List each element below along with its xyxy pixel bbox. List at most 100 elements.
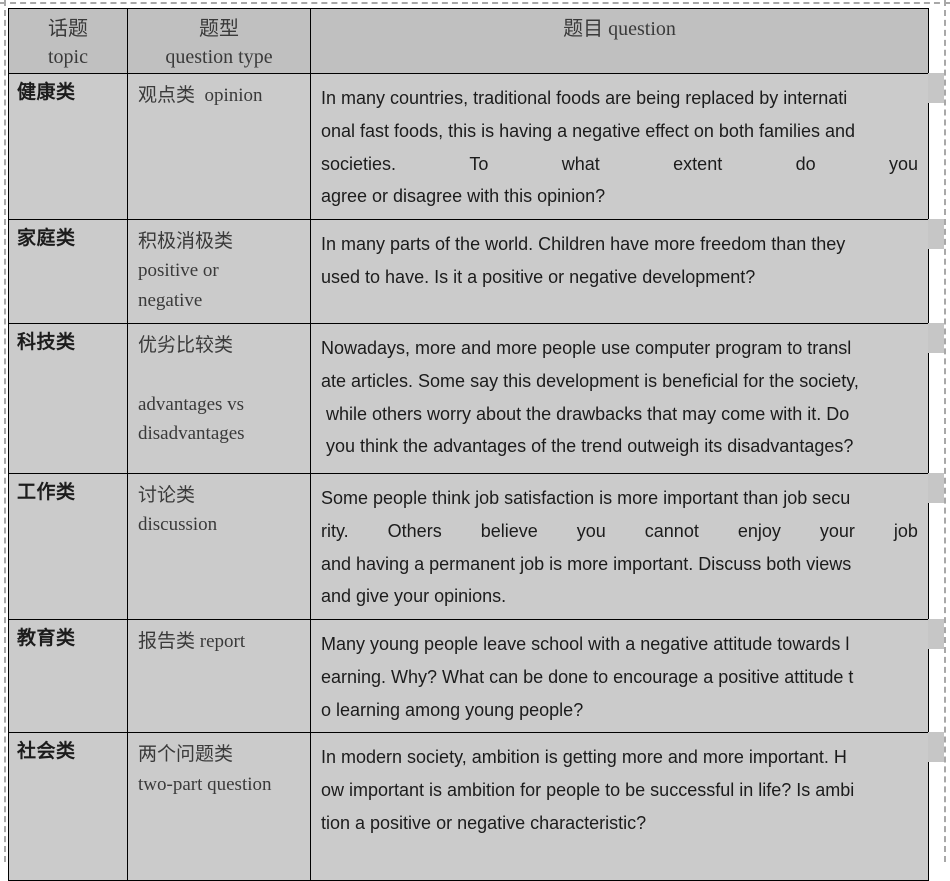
question-word: what <box>561 153 600 174</box>
table-header-row: 话题 topic 题型 question type 题目 question <box>8 8 929 74</box>
cell-question: Nowadays, more and more people use compu… <box>310 323 929 474</box>
table-row: 健康类 观点类 opinion In many countries, traditi… <box>8 73 929 220</box>
topic-label: 健康类 <box>17 82 76 103</box>
question-line: while others worry about the drawbacks t… <box>321 403 850 424</box>
row-resize-handle[interactable] <box>928 323 944 353</box>
question-line: agree or disagree with this opinion? <box>321 186 606 207</box>
question-line: and give your opinions. <box>321 586 507 607</box>
question-type-line: advantages vs <box>138 393 245 415</box>
row-resize-handle[interactable] <box>928 73 944 103</box>
question-line: Nowadays, more and more people use compu… <box>321 338 852 358</box>
margin-guide-top <box>0 2 950 4</box>
topic-label: 社会类 <box>17 741 76 763</box>
cell-topic: 科技类 <box>8 323 128 474</box>
cell-question: Some people think job satisfaction is mo… <box>310 473 929 620</box>
question-word: cannot <box>644 520 699 541</box>
question-word: do <box>795 153 816 174</box>
question-line: o learning among young people? <box>321 699 584 720</box>
question-line: earning. Why? What can be done to encour… <box>321 666 854 687</box>
question-text: In many parts of the world. Children hav… <box>311 220 928 300</box>
column-header-question: 题目 question <box>310 8 929 74</box>
question-type-text: 积极消极类 positive or negative <box>128 220 310 319</box>
table-row: 教育类 报告类 report Many young people leave sch… <box>8 618 929 734</box>
question-type-line: 讨论类 <box>138 485 196 506</box>
question-line: In modern society, ambition is getting m… <box>321 747 847 768</box>
cell-question-type: 优劣比较类 advantages vs disadvantages <box>127 323 311 474</box>
column-header-text: 话题 topic <box>9 9 127 72</box>
question-line: In many countries, traditional foods are… <box>321 88 848 108</box>
question-type-line: positive or <box>138 260 219 282</box>
margin-guide-right <box>944 0 946 862</box>
table-row: 社会类 两个问题类 two-part question In modern socie… <box>8 732 929 881</box>
topic-label: 教育类 <box>17 628 76 649</box>
column-header-cn: 题目 <box>563 18 604 40</box>
question-line: societies. To what extent do you <box>321 148 918 181</box>
question-type-text: 两个问题类 two-part question <box>128 733 310 803</box>
question-line: onal fast foods, this is having a negati… <box>321 120 856 141</box>
question-word: extent <box>673 153 723 174</box>
question-line: Many young people leave school with a ne… <box>321 634 850 654</box>
row-resize-handle[interactable] <box>928 473 944 503</box>
question-word: Others <box>387 520 442 541</box>
column-header-en: topic <box>48 46 88 69</box>
cell-topic: 工作类 <box>8 473 128 620</box>
cell-topic: 健康类 <box>8 73 128 220</box>
cell-topic: 社会类 <box>8 732 128 881</box>
margin-guide-left <box>4 0 6 862</box>
question-type-text: 观点类 opinion <box>128 74 310 114</box>
question-word: To <box>469 153 489 174</box>
cell-question-type: 积极消极类 positive or negative <box>127 219 311 324</box>
question-word: societies. <box>321 153 397 174</box>
question-line: tion a positive or negative characterist… <box>321 812 647 833</box>
cell-question: In modern society, ambition is getting m… <box>310 732 929 881</box>
topic-label: 工作类 <box>17 482 76 503</box>
question-word: enjoy <box>737 520 781 541</box>
question-type-line <box>138 360 304 389</box>
question-line: used to have. Is it a positive or negati… <box>321 266 756 287</box>
column-header-cn: 题型 <box>199 18 239 40</box>
question-line: Some people think job satisfaction is mo… <box>321 488 851 508</box>
table-row: 家庭类 积极消极类 positive or negative In many parts… <box>8 219 929 324</box>
topic-label: 家庭类 <box>17 228 76 249</box>
question-text: Many young people leave school with a ne… <box>311 620 928 732</box>
question-type-text: 报告类 report <box>128 620 310 660</box>
question-text: In modern society, ambition is getting m… <box>311 733 928 845</box>
cell-question-type: 观点类 opinion <box>127 73 311 220</box>
column-header-en: question type <box>165 46 273 69</box>
question-line: you think the advantages of the trend ou… <box>321 436 854 457</box>
question-type-line: 优劣比较类 <box>138 335 234 356</box>
cell-question-type: 讨论类 discussion <box>127 473 311 620</box>
question-type-text: 优劣比较类 advantages vs disadvantages <box>128 324 310 453</box>
cell-question: Many young people leave school with a ne… <box>310 618 929 734</box>
question-line: and having a permanent job is more impor… <box>321 553 852 574</box>
row-resize-handle[interactable] <box>928 219 944 249</box>
cell-question: In many countries, traditional foods are… <box>310 73 929 220</box>
question-text: Some people think job satisfaction is mo… <box>311 474 928 619</box>
row-resize-handle[interactable] <box>928 732 944 762</box>
question-type-line: 报告类 report <box>138 631 246 652</box>
cell-question-type: 报告类 report <box>127 618 311 734</box>
table-row: 工作类 讨论类 discussion Some people think job sa… <box>8 473 929 620</box>
question-text: In many countries, traditional foods are… <box>311 74 928 219</box>
column-header-topic: 话题 topic <box>8 8 128 74</box>
question-type-text: 讨论类 discussion <box>128 474 310 544</box>
topic-label: 科技类 <box>17 332 76 353</box>
column-header-text: 题目 question <box>311 9 928 43</box>
column-header-en: question <box>608 18 676 40</box>
question-type-line: 积极消极类 <box>138 231 234 252</box>
question-type-line: 观点类 opinion <box>138 85 263 106</box>
question-table: 话题 topic 题型 question type 题目 question 健康类 观点类 … <box>8 8 929 881</box>
question-type-line: 两个问题类 <box>138 744 234 766</box>
question-word: you <box>576 520 606 541</box>
question-type-line: two-part question <box>138 773 272 795</box>
question-line: ate articles. Some say this development … <box>321 370 859 391</box>
question-line: In many parts of the world. Children hav… <box>321 234 846 254</box>
column-header-type: 题型 question type <box>127 8 311 74</box>
cell-question: In many parts of the world. Children hav… <box>310 219 929 324</box>
row-resize-handle[interactable] <box>928 619 944 649</box>
question-word: your <box>819 520 855 541</box>
question-word: rity. <box>321 520 349 541</box>
question-text: Nowadays, more and more people use compu… <box>311 324 928 469</box>
question-line: ow important is ambition for people to b… <box>321 780 855 800</box>
question-type-line: discussion <box>138 514 218 536</box>
